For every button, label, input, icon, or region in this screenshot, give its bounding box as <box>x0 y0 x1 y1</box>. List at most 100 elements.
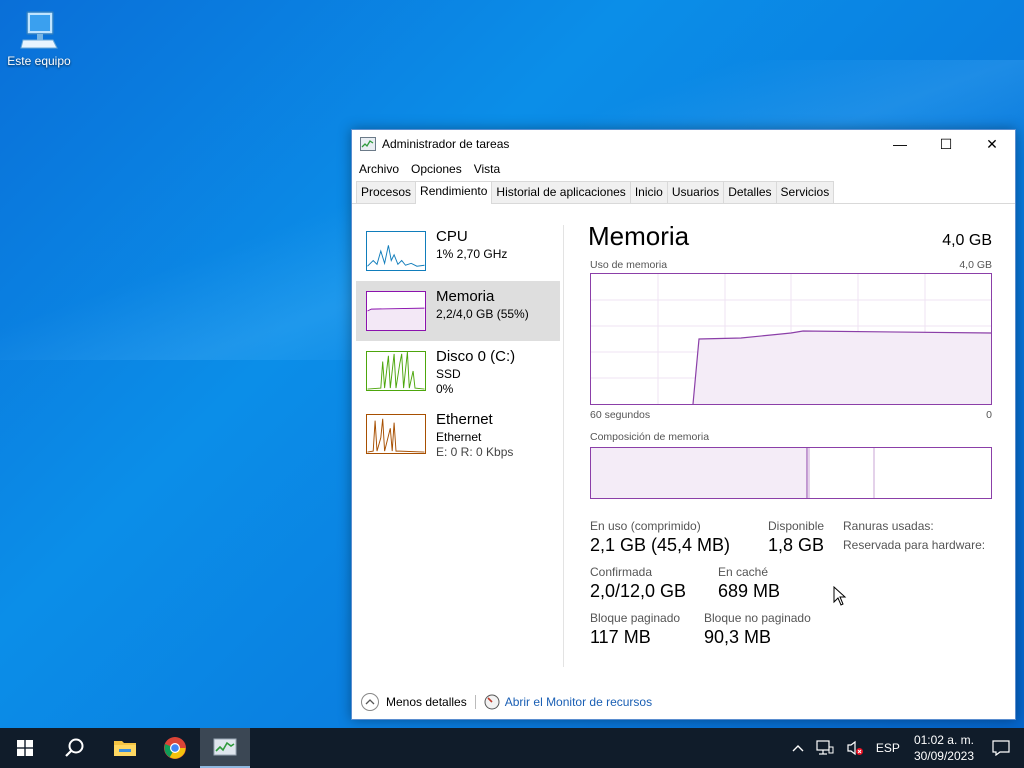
minimize-button[interactable]: — <box>877 130 923 158</box>
folder-icon <box>114 741 136 756</box>
sidebar-item-label: Disco 0 (C:) <box>436 348 516 365</box>
memory-total: 4,0 GB <box>942 232 992 249</box>
tab-usuarios[interactable]: Usuarios <box>666 181 725 203</box>
clock-time: 01:02 a. m. <box>913 733 974 747</box>
speaker-muted-icon <box>847 740 863 756</box>
sidebar-item-detail: 1% 2,70 GHz <box>436 247 508 261</box>
chrome-button[interactable] <box>150 728 200 768</box>
task-manager-taskbar-button[interactable] <box>200 728 250 768</box>
resource-monitor-link[interactable]: Abrir el Monitor de recursos <box>484 694 652 710</box>
ethernet-thumbnail-graph <box>366 414 426 454</box>
resource-sidebar: CPU 1% 2,70 GHz Memoria 2,2/4,0 GB (55%)… <box>356 213 562 683</box>
start-button[interactable] <box>0 728 50 768</box>
computer-icon <box>20 11 58 49</box>
usage-graph-label: Uso de memoria <box>590 259 668 271</box>
windows-logo-icon <box>17 740 33 756</box>
desktop-icon-label: Este equipo <box>7 54 71 68</box>
clock[interactable]: 01:02 a. m. 30/09/2023 <box>914 732 974 764</box>
disk-thumbnail-graph <box>366 351 426 391</box>
volume-button[interactable] <box>846 740 864 756</box>
usage-graph-max: 4,0 GB <box>959 259 992 271</box>
paged-pool-label: Bloque paginado <box>590 611 681 625</box>
fewer-details-label: Menos detalles <box>386 695 467 709</box>
cached-label: En caché <box>718 565 769 579</box>
in-use-value: 2,1 GB (45,4 MB) <box>590 535 731 555</box>
network-icon <box>816 740 834 755</box>
sidebar-item-detail: SSD <box>436 367 461 381</box>
search-icon <box>65 738 84 757</box>
desktop-icon-this-pc[interactable]: Este equipo <box>4 10 74 68</box>
title-bar[interactable]: Administrador de tareas — ☐ ✕ <box>352 130 1015 158</box>
cached-value: 689 MB <box>718 581 781 601</box>
sidebar-item-memory[interactable]: Memoria 2,2/4,0 GB (55%) <box>356 281 560 341</box>
window-footer: Menos detalles Abrir el Monitor de recur… <box>352 685 1015 719</box>
panel-divider <box>563 225 564 667</box>
tab-servicios[interactable]: Servicios <box>775 181 835 203</box>
committed-value: 2,0/12,0 GB <box>590 581 687 601</box>
memory-thumbnail-graph <box>366 291 426 331</box>
sidebar-item-detail-2: 0% <box>436 382 454 396</box>
sidebar-item-detail-2: E: 0 R: 0 Kbps <box>436 445 514 459</box>
sidebar-item-label: Memoria <box>436 288 495 305</box>
resource-monitor-icon <box>484 694 500 710</box>
cpu-thumbnail-graph <box>366 231 426 271</box>
menu-vista[interactable]: Vista <box>474 162 500 176</box>
action-center-button[interactable] <box>992 740 1010 756</box>
system-tray: ESP 01:02 a. m. 30/09/2023 <box>786 728 1024 768</box>
mouse-cursor-icon <box>833 586 847 606</box>
task-manager-window: Administrador de tareas — ☐ ✕ Archivo Op… <box>351 129 1016 720</box>
slots-label: Ranuras usadas: <box>843 519 934 533</box>
search-button[interactable] <box>50 728 100 768</box>
nonpaged-pool-value: 90,3 MB <box>704 627 772 647</box>
paged-pool-value: 117 MB <box>590 627 651 647</box>
window-title: Administrador de tareas <box>382 137 510 151</box>
menu-archivo[interactable]: Archivo <box>359 162 399 176</box>
taskbar: ESP 01:02 a. m. 30/09/2023 <box>0 728 1024 768</box>
committed-label: Confirmada <box>590 565 653 579</box>
chevron-up-icon <box>361 693 379 711</box>
available-value: 1,8 GB <box>768 535 825 555</box>
file-explorer-button[interactable] <box>100 728 150 768</box>
page-title: Memoria <box>588 221 690 251</box>
chevron-up-icon <box>792 745 804 752</box>
fewer-details-button[interactable]: Menos detalles <box>360 692 467 712</box>
language-indicator[interactable]: ESP <box>876 741 900 755</box>
notification-icon <box>992 740 1010 756</box>
composition-label: Composición de memoria <box>590 431 710 443</box>
available-label: Disponible <box>768 519 825 533</box>
tab-bar: Procesos Rendimiento Historial de aplica… <box>352 180 1015 204</box>
sidebar-item-ethernet[interactable]: Ethernet Ethernet E: 0 R: 0 Kbps <box>356 404 560 464</box>
maximize-button[interactable]: ☐ <box>923 130 969 158</box>
sidebar-item-cpu[interactable]: CPU 1% 2,70 GHz <box>356 221 560 281</box>
sidebar-item-label: Ethernet <box>436 411 493 428</box>
sidebar-item-label: CPU <box>436 228 468 245</box>
performance-content: CPU 1% 2,70 GHz Memoria 2,2/4,0 GB (55%)… <box>352 205 1015 685</box>
chrome-icon <box>164 737 186 759</box>
task-manager-icon <box>360 137 376 151</box>
footer-separator <box>474 695 476 709</box>
resource-monitor-label: Abrir el Monitor de recursos <box>504 695 653 709</box>
tab-procesos[interactable]: Procesos <box>356 181 417 203</box>
tab-detalles[interactable]: Detalles <box>723 181 777 203</box>
memory-detail-panel: Memoria 4,0 GB Uso de memoria 4,0 GB 60 … <box>588 213 994 683</box>
sidebar-item-detail: Ethernet <box>436 430 482 444</box>
graph-time-right: 0 <box>986 409 992 421</box>
menu-opciones[interactable]: Opciones <box>411 162 462 176</box>
sidebar-item-disk[interactable]: Disco 0 (C:) SSD 0% <box>356 341 560 401</box>
memory-composition-bar <box>590 447 992 499</box>
show-hidden-icons-button[interactable] <box>792 744 804 752</box>
tab-inicio[interactable]: Inicio <box>629 181 668 203</box>
task-manager-icon <box>213 738 237 756</box>
network-button[interactable] <box>816 740 834 756</box>
sidebar-item-detail: 2,2/4,0 GB (55%) <box>436 307 529 321</box>
memory-usage-graph <box>590 273 992 405</box>
clock-date: 30/09/2023 <box>913 749 974 763</box>
nonpaged-pool-label: Bloque no paginado <box>704 611 811 625</box>
in-use-label: En uso (comprimido) <box>590 519 701 533</box>
tab-rendimiento[interactable]: Rendimiento <box>415 181 493 204</box>
menu-bar: Archivo Opciones Vista <box>352 158 1015 180</box>
tab-historial[interactable]: Historial de aplicaciones <box>491 181 631 203</box>
graph-time-left: 60 segundos <box>590 409 651 421</box>
reserved-label: Reservada para hardware: <box>843 538 986 552</box>
close-button[interactable]: ✕ <box>969 130 1015 158</box>
